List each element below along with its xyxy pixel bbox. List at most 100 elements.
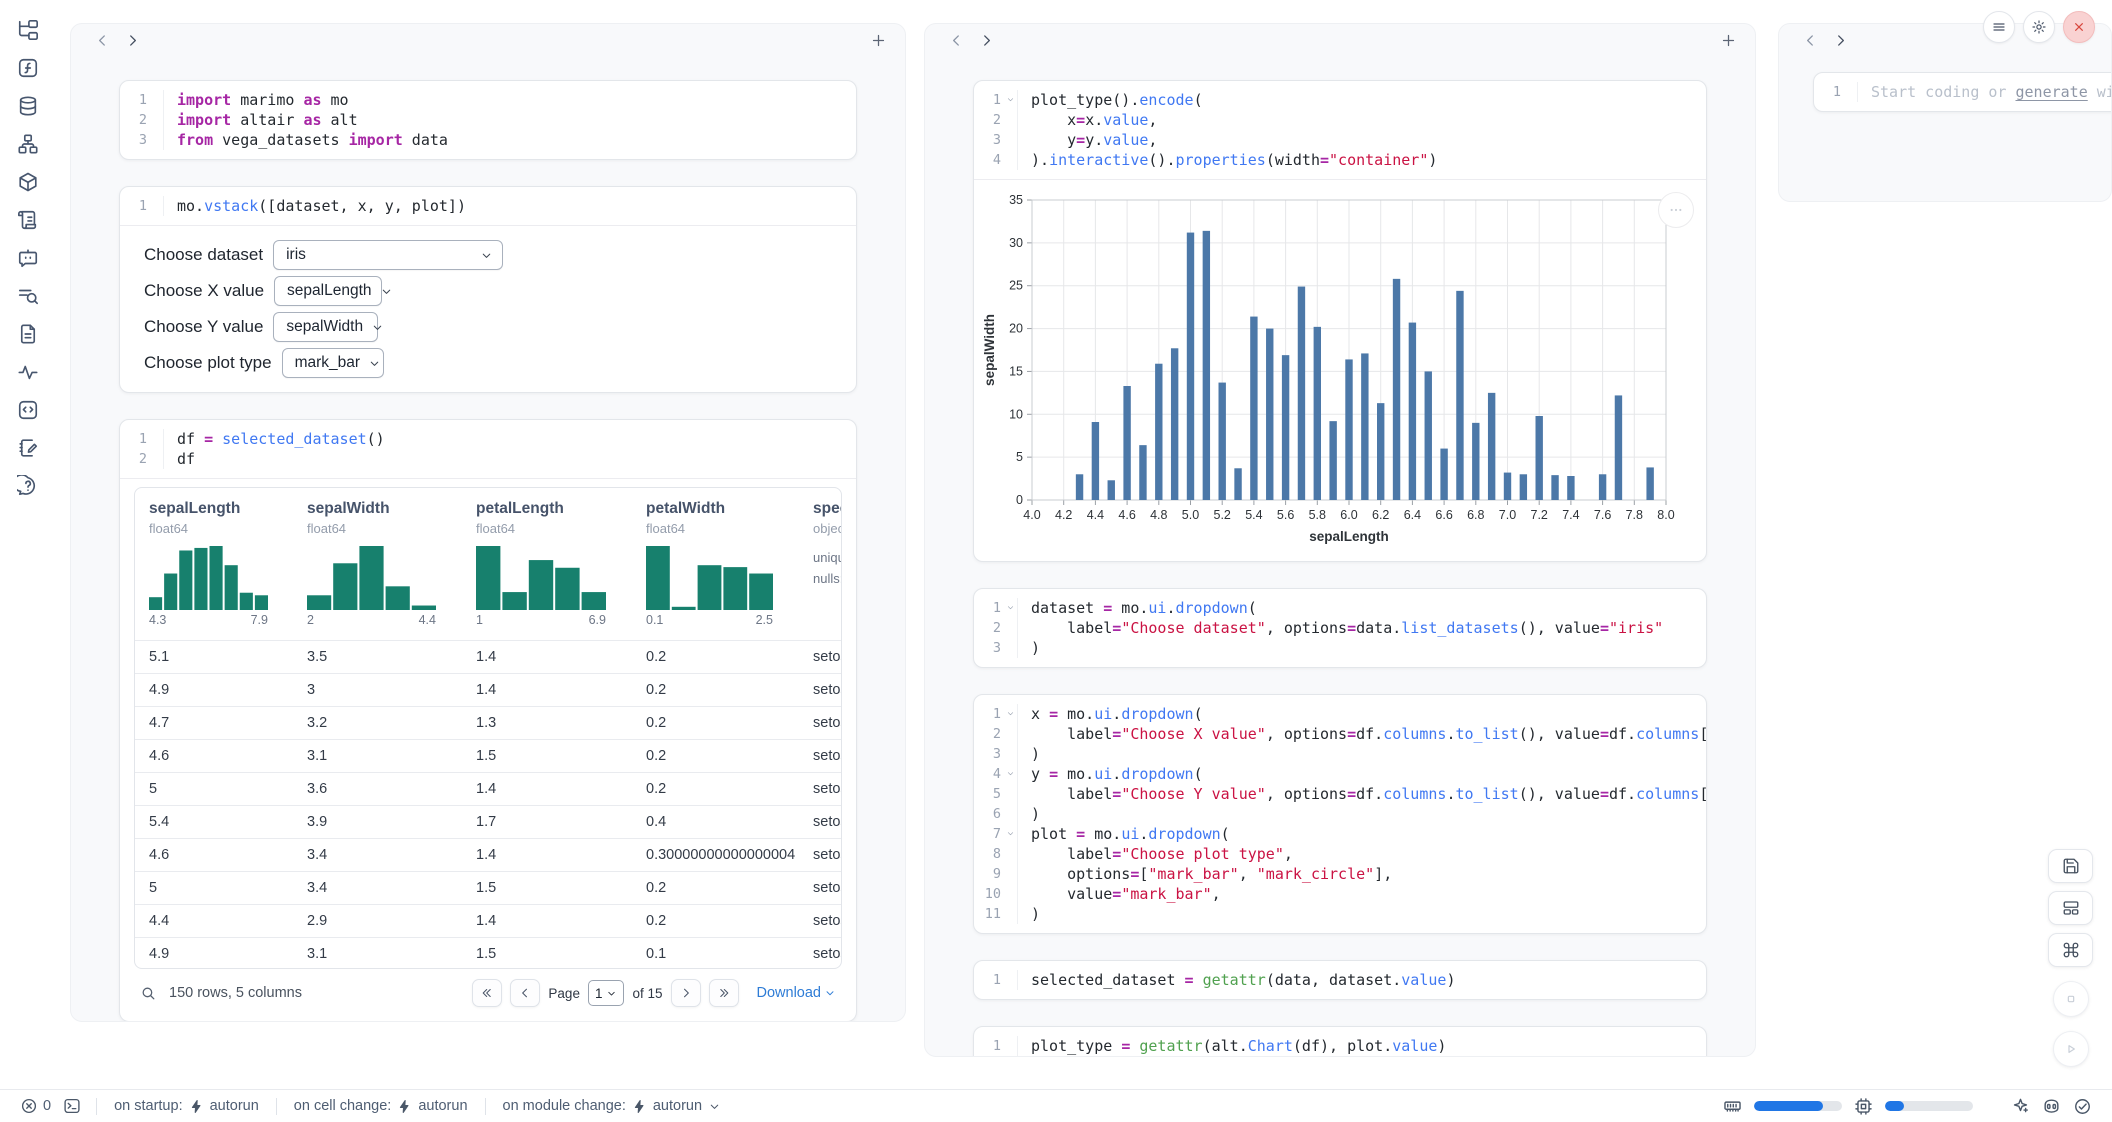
code-editor[interactable]: 1x = mo.ui.dropdown(2 label="Choose X va… [974, 695, 1706, 933]
next-page-button[interactable] [671, 979, 701, 1007]
fold-chevron-icon[interactable] [1006, 824, 1015, 844]
activity-icon[interactable] [16, 360, 40, 384]
code-token: = [1347, 785, 1356, 803]
file-tree-icon[interactable] [16, 18, 40, 42]
code-editor[interactable]: 1selected_dataset = getattr(data, datase… [974, 961, 1706, 999]
chevron-down-icon [380, 285, 393, 298]
code-editor[interactable]: 1plot_type().encode(2 x=x.value,3 y=y.va… [974, 81, 1706, 179]
code-editor[interactable]: 1import marimo as mo2import altair as al… [120, 81, 856, 159]
dropdown-select[interactable]: iris [273, 240, 503, 270]
run-button[interactable] [2053, 1031, 2089, 1067]
code-square-icon[interactable] [16, 398, 40, 422]
notebook-pen-icon[interactable] [16, 436, 40, 460]
code-token: import [177, 91, 231, 109]
code-token: = [1600, 785, 1609, 803]
package-icon[interactable] [16, 170, 40, 194]
code-text: label="Choose Y value", options=df.colum… [1018, 784, 1707, 804]
code-line: 8 label="Choose plot type", [974, 844, 1706, 864]
fold-chevron-icon[interactable] [1006, 764, 1015, 784]
code-token: , [1239, 865, 1257, 883]
code-token: vega_datasets [213, 131, 348, 149]
code-token: selected_dataset [1031, 971, 1185, 989]
errors-indicator[interactable]: 0 [20, 1097, 51, 1115]
terminal-button[interactable] [63, 1097, 81, 1115]
line-number: 1 [1814, 82, 1858, 102]
column-next-button[interactable] [119, 30, 145, 56]
menu-button[interactable] [1983, 11, 2015, 43]
run-mode-label: on cell change: [294, 1098, 392, 1114]
table-cell: 0.2 [646, 872, 666, 904]
code-text: import altair as alt [164, 110, 358, 130]
stop-button[interactable] [2053, 981, 2089, 1017]
add-cell-button[interactable] [865, 30, 891, 56]
fold-chevron-icon[interactable] [1006, 598, 1015, 618]
run-mode-item[interactable]: on module change:autorun [495, 1098, 730, 1114]
file-text-icon[interactable] [16, 322, 40, 346]
dropdown-select[interactable]: sepalLength [274, 276, 382, 306]
fold-chevron-icon[interactable] [1006, 90, 1015, 110]
bot-chat-icon[interactable] [16, 246, 40, 270]
database-icon[interactable] [16, 94, 40, 118]
code-editor[interactable]: 1plot_type = getattr(alt.Chart(df), plot… [974, 1027, 1706, 1057]
table-cell: 3.6 [307, 773, 327, 805]
list-search-icon[interactable] [16, 284, 40, 308]
dropdown-select[interactable]: sepalWidth [273, 312, 378, 342]
table-summary-row: 4.37.924.416.90.12.5unique:nulls: [135, 544, 842, 640]
shortcuts-button[interactable] [2048, 933, 2093, 967]
code-editor[interactable]: 1dataset = mo.ui.dropdown(2 label="Choos… [974, 589, 1706, 667]
code-token: y [1031, 131, 1076, 149]
clock-check-icon[interactable] [2073, 1097, 2092, 1116]
help-bubble-icon[interactable] [16, 474, 40, 498]
table-cell: 1.7 [476, 806, 496, 838]
code-text: y = mo.ui.dropdown( [1018, 764, 1203, 784]
dropdown-value: mark_bar [295, 354, 360, 372]
save-button[interactable] [2048, 849, 2093, 883]
close-button[interactable] [2063, 11, 2095, 43]
svg-text:7.6: 7.6 [1594, 508, 1611, 522]
dropdown-select[interactable]: mark_bar [282, 348, 384, 378]
fold-chevron-icon[interactable] [1006, 704, 1015, 724]
workflow-icon[interactable] [16, 132, 40, 156]
page-select[interactable]: 1 [588, 980, 625, 1006]
column-prev-button[interactable] [943, 30, 969, 56]
previous-page-button[interactable] [510, 979, 540, 1007]
code-text: ) [1018, 638, 1040, 658]
sparkles-icon[interactable] [2011, 1097, 2030, 1116]
add-cell-button[interactable] [1715, 30, 1741, 56]
code-token: . [1112, 705, 1121, 723]
code-editor[interactable]: 1mo.vstack([dataset, x, y, plot]) [120, 187, 856, 225]
code-editor[interactable]: 1df = selected_dataset()2df [120, 420, 856, 478]
code-token: ], [1374, 865, 1392, 883]
column-prev-button[interactable] [1797, 30, 1823, 56]
code-token [1194, 971, 1203, 989]
layout-button[interactable] [2048, 891, 2093, 925]
code-token: (), value [1519, 619, 1600, 637]
run-mode-item[interactable]: on cell change:autorun [286, 1098, 476, 1114]
column-next-button[interactable] [1827, 30, 1853, 56]
code-token: plot_type(). [1031, 91, 1139, 109]
first-page-button[interactable] [472, 979, 502, 1007]
column-next-button[interactable] [973, 30, 999, 56]
svg-text:7.4: 7.4 [1562, 508, 1579, 522]
function-square-icon[interactable] [16, 56, 40, 80]
settings-button[interactable] [2023, 11, 2055, 43]
column-prev-button[interactable] [89, 30, 115, 56]
code-token: df. [1609, 725, 1636, 743]
copilot-icon[interactable] [2042, 1097, 2061, 1116]
chart-options-button[interactable] [1658, 192, 1694, 228]
last-page-button[interactable] [709, 979, 739, 1007]
generate-link[interactable]: generate [2016, 83, 2088, 101]
code-token: df. [1609, 785, 1636, 803]
download-button[interactable]: Download [757, 985, 837, 1001]
control-row: Choose datasetiris [144, 240, 832, 270]
code-text: value="mark_bar", [1018, 884, 1221, 904]
run-mode-item[interactable]: on startup:autorun [106, 1098, 267, 1114]
search-icon[interactable] [140, 985, 157, 1002]
code-token: [1] [1699, 785, 1707, 803]
code-token: interactive [1049, 151, 1148, 169]
code-token: "Choose X value" [1121, 725, 1266, 743]
line-number: 1 [974, 970, 1018, 990]
code-line: 3) [974, 744, 1706, 764]
scroll-text-icon[interactable] [16, 208, 40, 232]
code-editor[interactable]: 1Start coding or generate with [1814, 73, 2112, 111]
